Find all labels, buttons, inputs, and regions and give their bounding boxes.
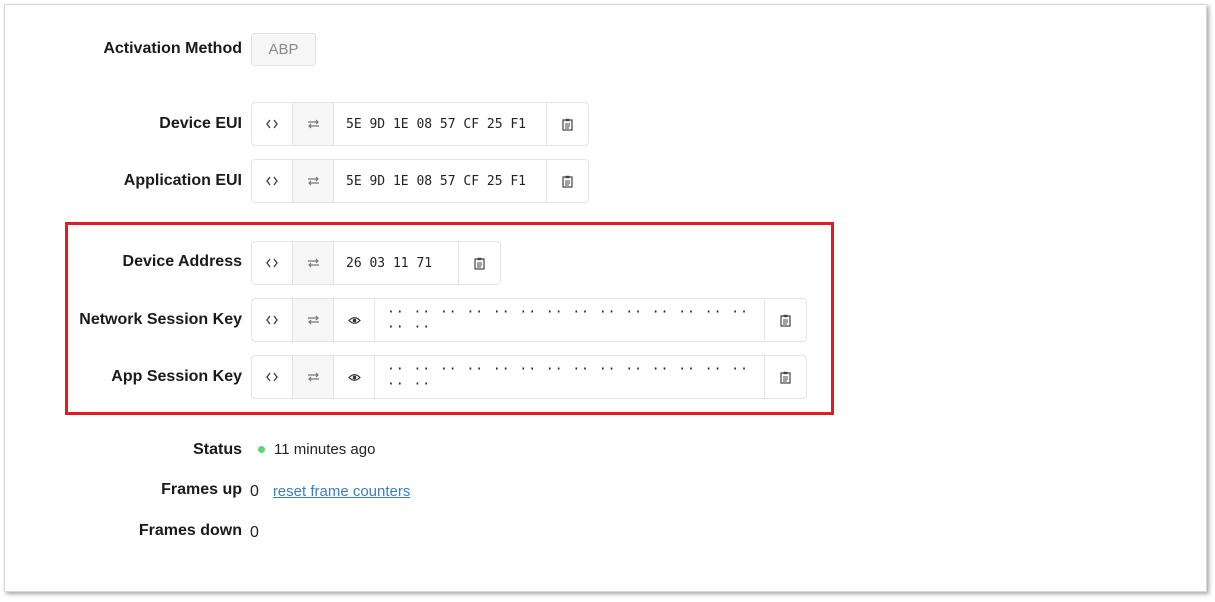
network-session-key-field: ·· ·· ·· ·· ·· ·· ·· ·· ·· ·· ·· ·· ·· ·… [251,298,807,342]
code-toggle-icon[interactable] [252,242,293,284]
eye-icon[interactable] [334,356,375,398]
swap-byte-order-icon[interactable] [293,160,334,202]
app-session-key-label: App Session Key [111,368,242,385]
clipboard-icon[interactable] [459,242,500,284]
frames-up-label: Frames up [161,481,242,498]
app-session-key-field: ·· ·· ·· ·· ·· ·· ·· ·· ·· ·· ·· ·· ·· ·… [251,355,807,399]
device-address-label: Device Address [122,253,242,270]
application-eui-label: Application EUI [123,172,242,189]
activation-method-badge: ABP [251,33,316,66]
frames-down-label: Frames down [138,522,242,539]
device-address-field: 26 03 11 71 [251,241,501,285]
swap-byte-order-icon[interactable] [293,356,334,398]
code-toggle-icon[interactable] [252,160,293,202]
device-eui-label: Device EUI [159,115,242,132]
code-toggle-icon[interactable] [252,356,293,398]
status-dot-icon [258,446,265,453]
swap-byte-order-icon[interactable] [293,299,334,341]
reset-frame-counters-link[interactable]: reset frame counters [273,483,411,500]
swap-byte-order-icon[interactable] [293,242,334,284]
code-toggle-icon[interactable] [252,103,293,145]
last-seen-text: 11 minutes ago [274,441,376,458]
device-eui-value[interactable]: 5E 9D 1E 08 57 CF 25 F1 [334,103,547,145]
application-eui-field: 5E 9D 1E 08 57 CF 25 F1 [251,159,589,203]
clipboard-icon[interactable] [765,356,806,398]
device-eui-field: 5E 9D 1E 08 57 CF 25 F1 [251,102,589,146]
clipboard-icon[interactable] [547,103,588,145]
code-toggle-icon[interactable] [252,299,293,341]
clipboard-icon[interactable] [765,299,806,341]
network-session-key-label: Network Session Key [79,311,242,328]
device-address-value[interactable]: 26 03 11 71 [334,242,459,284]
activation-method-label: Activation Method [103,40,242,57]
swap-byte-order-icon[interactable] [293,103,334,145]
frames-up-count: 0 [250,483,259,500]
app-session-key-value[interactable]: ·· ·· ·· ·· ·· ·· ·· ·· ·· ·· ·· ·· ·· ·… [375,356,765,398]
eye-icon[interactable] [334,299,375,341]
clipboard-icon[interactable] [547,160,588,202]
application-eui-value[interactable]: 5E 9D 1E 08 57 CF 25 F1 [334,160,547,202]
network-session-key-value[interactable]: ·· ·· ·· ·· ·· ·· ·· ·· ·· ·· ·· ·· ·· ·… [375,299,765,341]
status-label: Status [193,441,242,458]
frames-down-value: 0 [250,524,259,541]
status-value: 11 minutes ago [258,441,375,458]
frames-up-value: 0 reset frame counters [250,482,410,502]
